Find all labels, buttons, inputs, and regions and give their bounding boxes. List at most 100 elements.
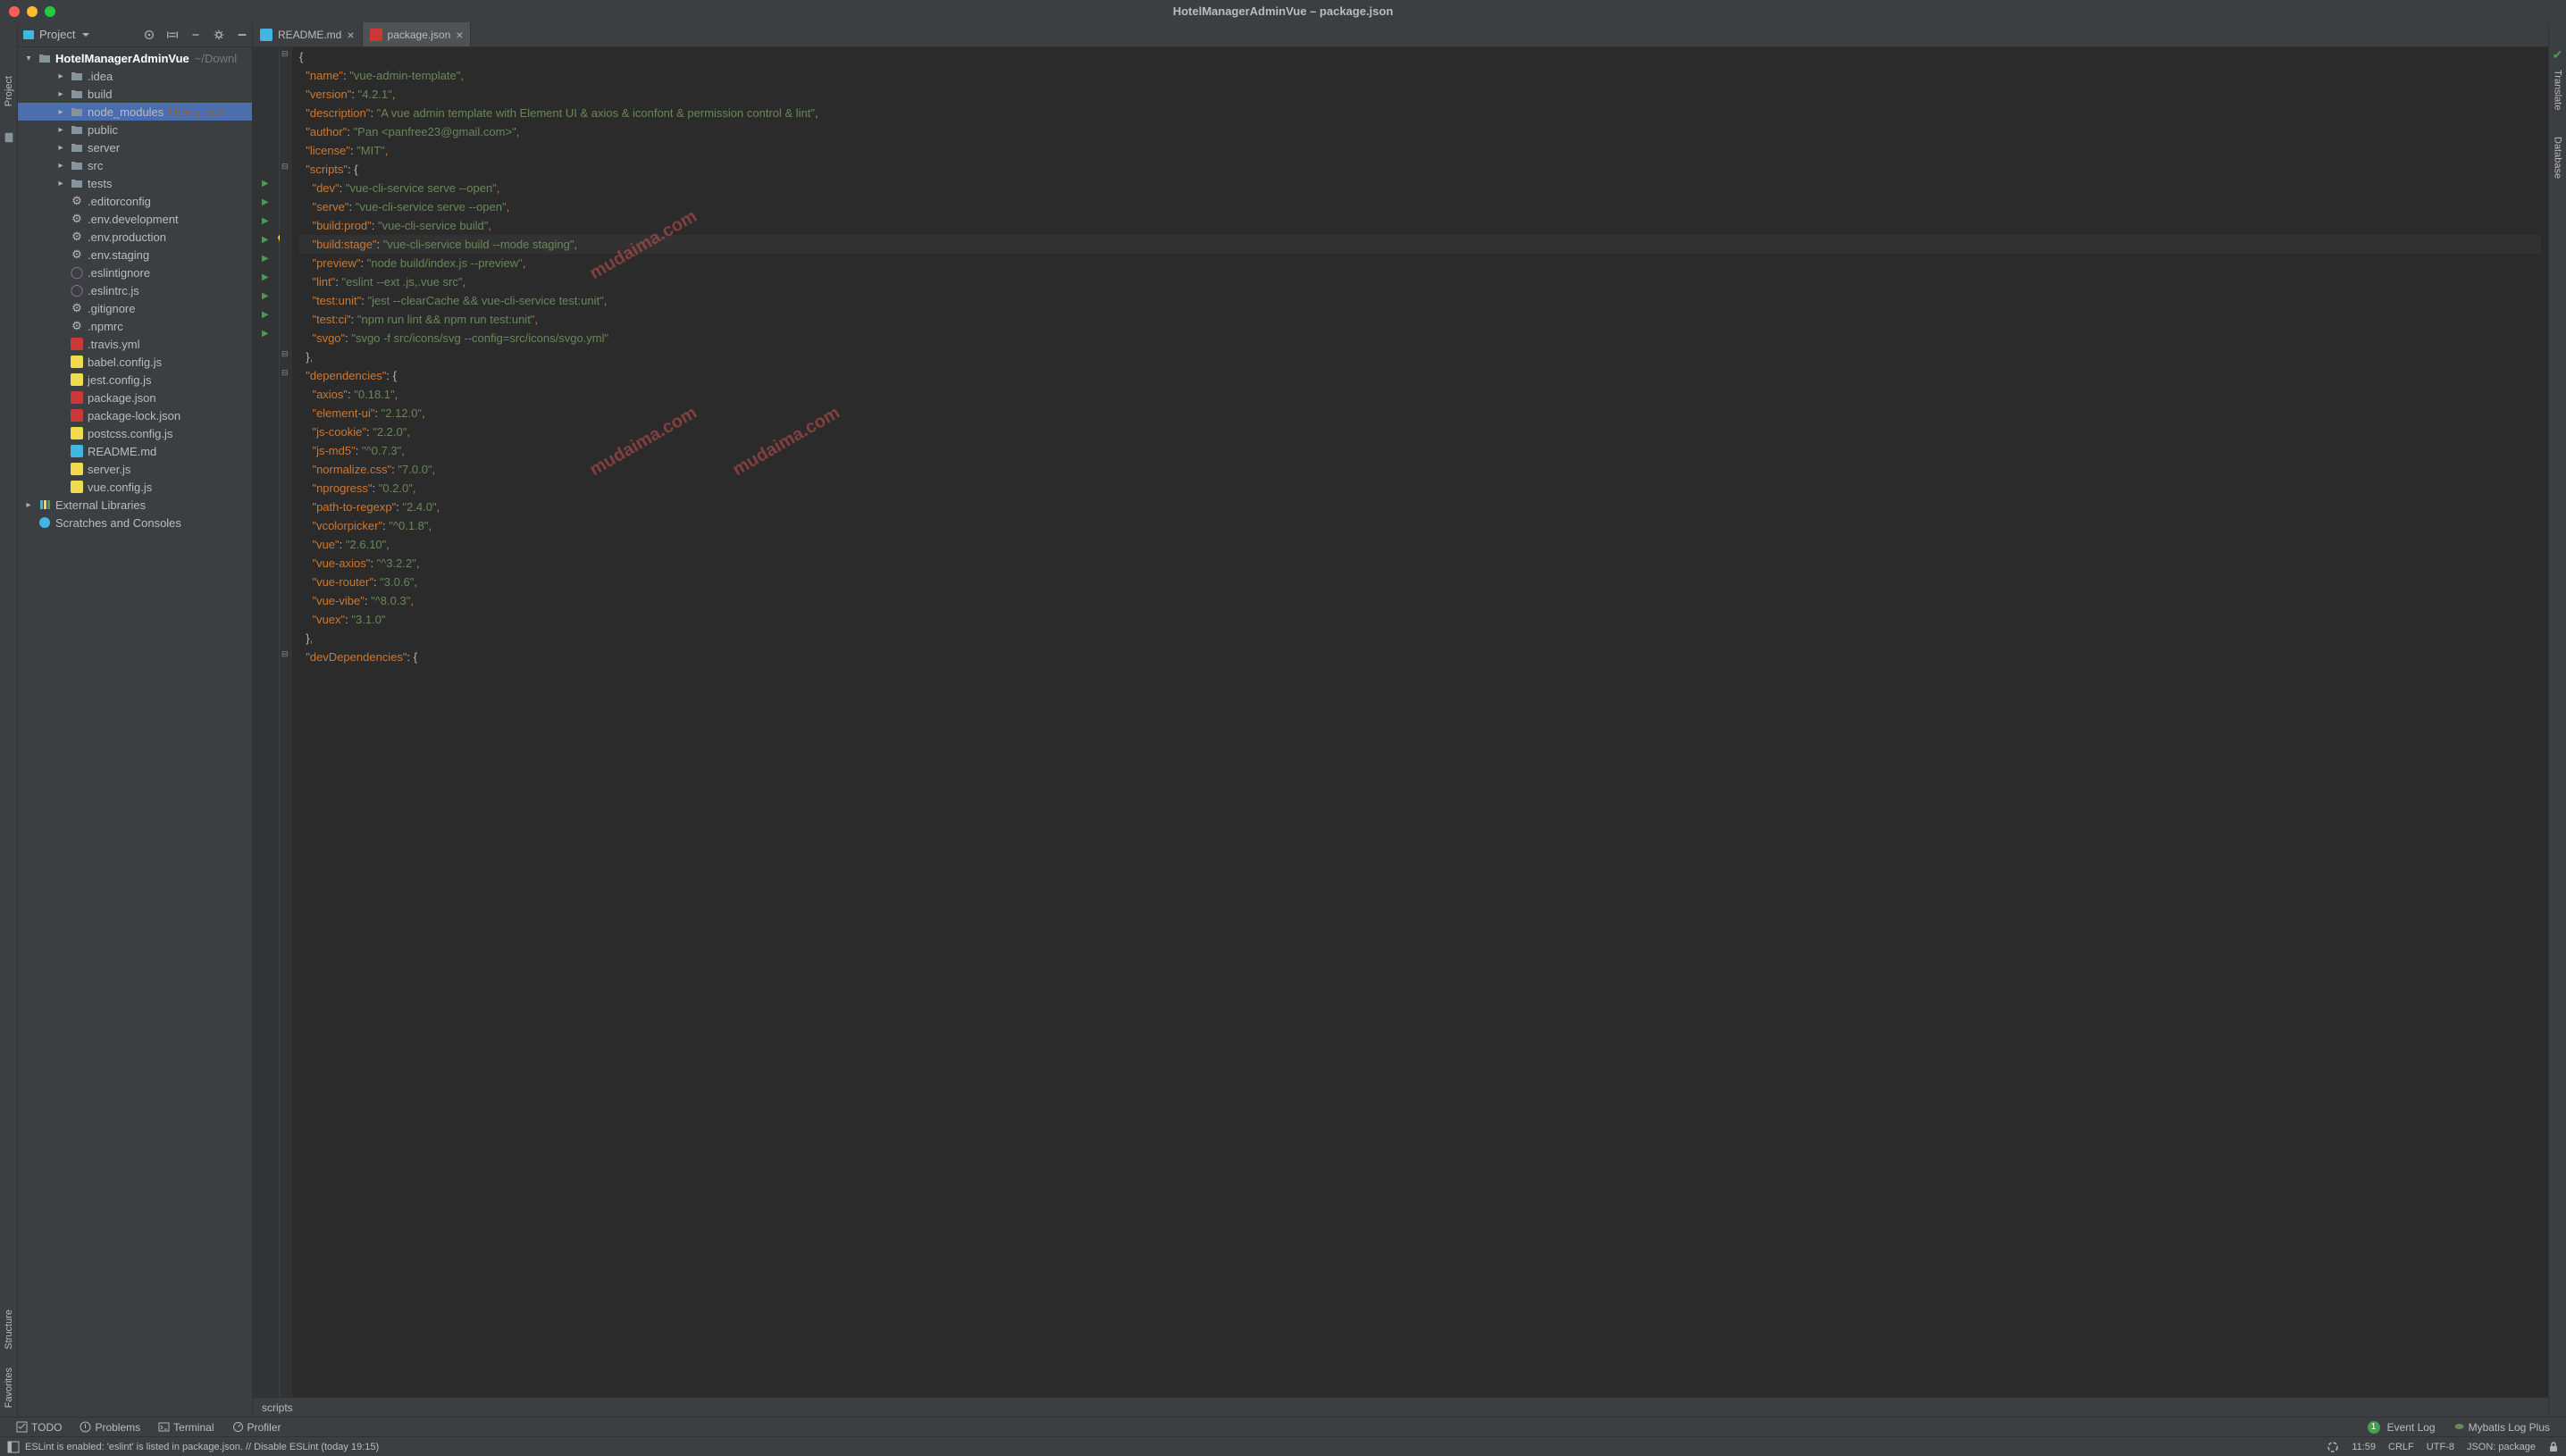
lock-icon[interactable] (2548, 1442, 2559, 1452)
problems-tab[interactable]: Problems (71, 1421, 149, 1434)
tab-readme[interactable]: README.md × (253, 22, 363, 46)
code-content[interactable]: { "name": "vue-admin-template", "version… (292, 47, 2548, 1397)
tree-label: .eslintrc.js (88, 284, 139, 297)
chevron-down-icon[interactable]: ▾ (23, 54, 34, 63)
tree-file[interactable]: ⚙.env.staging (18, 246, 252, 264)
tree-file[interactable]: ◯.eslintrc.js (18, 281, 252, 299)
run-icon[interactable]: ▶ (262, 329, 269, 339)
fold-icon[interactable]: ⊟ (281, 349, 289, 359)
tree-file[interactable]: server.js (18, 460, 252, 478)
breadcrumb-item[interactable]: scripts (262, 1402, 293, 1414)
inspection-ok-icon[interactable]: ✔ (2553, 47, 2563, 63)
close-icon[interactable]: × (347, 28, 354, 42)
tree-file[interactable]: package-lock.json (18, 406, 252, 424)
tree-file[interactable]: .travis.yml (18, 335, 252, 353)
tree-label: .env.staging (88, 248, 149, 262)
gear-icon[interactable] (213, 29, 225, 41)
editor-body[interactable]: ▶ ▶ ▶ ▶ ▶ ▶ ▶ ▶ ▶ 💡 ⊟ ⊟ ⊟ ⊟ ⊟ (253, 47, 2548, 1397)
folder-icon (71, 177, 83, 189)
gutter[interactable]: ▶ ▶ ▶ ▶ ▶ ▶ ▶ ▶ ▶ 💡 (253, 47, 280, 1397)
fold-gutter[interactable]: ⊟ ⊟ ⊟ ⊟ ⊟ (280, 47, 292, 1397)
tree-file[interactable]: vue.config.js (18, 478, 252, 496)
file-encoding[interactable]: UTF-8 (2427, 1442, 2454, 1452)
database-tool-button[interactable]: Database (2553, 137, 2563, 179)
line-separator[interactable]: CRLF (2388, 1442, 2414, 1452)
tree-folder-src[interactable]: ▸src (18, 156, 252, 174)
project-view-label[interactable]: Project (39, 28, 75, 41)
profiler-tab[interactable]: Profiler (223, 1421, 290, 1434)
tree-file[interactable]: ⚙.npmrc (18, 317, 252, 335)
run-icon[interactable]: ▶ (262, 254, 269, 264)
file-language[interactable]: JSON: package (2467, 1442, 2536, 1452)
indexing-icon[interactable] (2327, 1441, 2339, 1453)
tree-file[interactable]: README.md (18, 442, 252, 460)
tree-folder-tests[interactable]: ▸tests (18, 174, 252, 192)
gear-icon: ⚙ (70, 319, 84, 333)
hide-icon[interactable] (236, 29, 248, 41)
run-icon[interactable]: ▶ (262, 272, 269, 282)
chevron-right-icon[interactable]: ▸ (55, 107, 66, 117)
tree-folder-node-modules[interactable]: ▸node_moduleslibrary root (18, 103, 252, 121)
tree-folder-idea[interactable]: ▸.idea (18, 67, 252, 85)
close-icon[interactable]: × (456, 28, 463, 42)
tree-folder-build[interactable]: ▸build (18, 85, 252, 103)
chevron-right-icon[interactable]: ▸ (23, 500, 34, 510)
folder-icon (71, 141, 83, 154)
structure-tool-button[interactable]: Structure (4, 1310, 14, 1350)
fold-icon[interactable]: ⊟ (281, 162, 289, 172)
chevron-right-icon[interactable]: ▸ (55, 179, 66, 188)
collapse-all-icon[interactable] (189, 29, 202, 41)
run-icon[interactable]: ▶ (262, 235, 269, 245)
tree-external-libraries[interactable]: ▸External Libraries (18, 496, 252, 514)
fold-icon[interactable]: ⊟ (281, 49, 289, 59)
project-tool-button[interactable]: Project (4, 76, 14, 106)
tree-file[interactable]: ⚙.env.production (18, 228, 252, 246)
tree-scratches[interactable]: Scratches and Consoles (18, 514, 252, 531)
favorites-tool-button[interactable]: Favorites (4, 1368, 14, 1408)
window-close-button[interactable] (9, 6, 20, 17)
tree-file[interactable]: package.json (18, 389, 252, 406)
fold-icon[interactable]: ⊟ (281, 368, 289, 378)
js-icon (71, 373, 83, 386)
expand-all-icon[interactable] (166, 29, 179, 41)
tree-folder-server[interactable]: ▸server (18, 138, 252, 156)
run-icon[interactable]: ▶ (262, 310, 269, 320)
chevron-right-icon[interactable]: ▸ (55, 161, 66, 171)
chevron-right-icon[interactable]: ▸ (55, 89, 66, 99)
translate-tool-button[interactable]: Translate (2553, 70, 2563, 110)
tool-window-icon[interactable] (7, 1441, 20, 1453)
tree-file[interactable]: postcss.config.js (18, 424, 252, 442)
mybatis-tab[interactable]: Mybatis Log Plus (2444, 1421, 2559, 1434)
todo-tab[interactable]: TODO (7, 1421, 71, 1434)
breadcrumb[interactable]: scripts (253, 1397, 2548, 1417)
tree-root[interactable]: ▾ HotelManagerAdminVue ~/Downl (18, 49, 252, 67)
project-tree[interactable]: ▾ HotelManagerAdminVue ~/Downl ▸.idea ▸b… (18, 47, 252, 1417)
status-message[interactable]: ESLint is enabled: 'eslint' is listed in… (25, 1442, 379, 1452)
tree-folder-public[interactable]: ▸public (18, 121, 252, 138)
window-minimize-button[interactable] (27, 6, 38, 17)
tree-file[interactable]: jest.config.js (18, 371, 252, 389)
tree-root-path: ~/Downl (195, 52, 237, 65)
tab-label: README.md (278, 29, 341, 41)
run-icon[interactable]: ▶ (262, 197, 269, 207)
tree-file[interactable]: ⚙.env.development (18, 210, 252, 228)
fold-icon[interactable]: ⊟ (281, 649, 289, 659)
window-maximize-button[interactable] (45, 6, 55, 17)
chevron-right-icon[interactable]: ▸ (55, 71, 66, 81)
chevron-right-icon[interactable]: ▸ (55, 125, 66, 135)
tree-file[interactable]: babel.config.js (18, 353, 252, 371)
run-icon[interactable]: ▶ (262, 291, 269, 301)
run-icon[interactable]: ▶ (262, 179, 269, 188)
tree-file[interactable]: ⚙.editorconfig (18, 192, 252, 210)
event-log-tab[interactable]: 1Event Log (2359, 1421, 2444, 1434)
tab-package-json[interactable]: package.json × (363, 22, 472, 46)
js-icon (71, 463, 83, 475)
terminal-tab[interactable]: Terminal (149, 1421, 222, 1434)
cursor-position[interactable]: 11:59 (2352, 1442, 2376, 1452)
chevron-down-icon[interactable] (82, 31, 89, 38)
chevron-right-icon[interactable]: ▸ (55, 143, 66, 153)
tree-file[interactable]: ◯.eslintignore (18, 264, 252, 281)
tree-file[interactable]: ⚙.gitignore (18, 299, 252, 317)
run-icon[interactable]: ▶ (262, 216, 269, 226)
locate-icon[interactable] (143, 29, 155, 41)
